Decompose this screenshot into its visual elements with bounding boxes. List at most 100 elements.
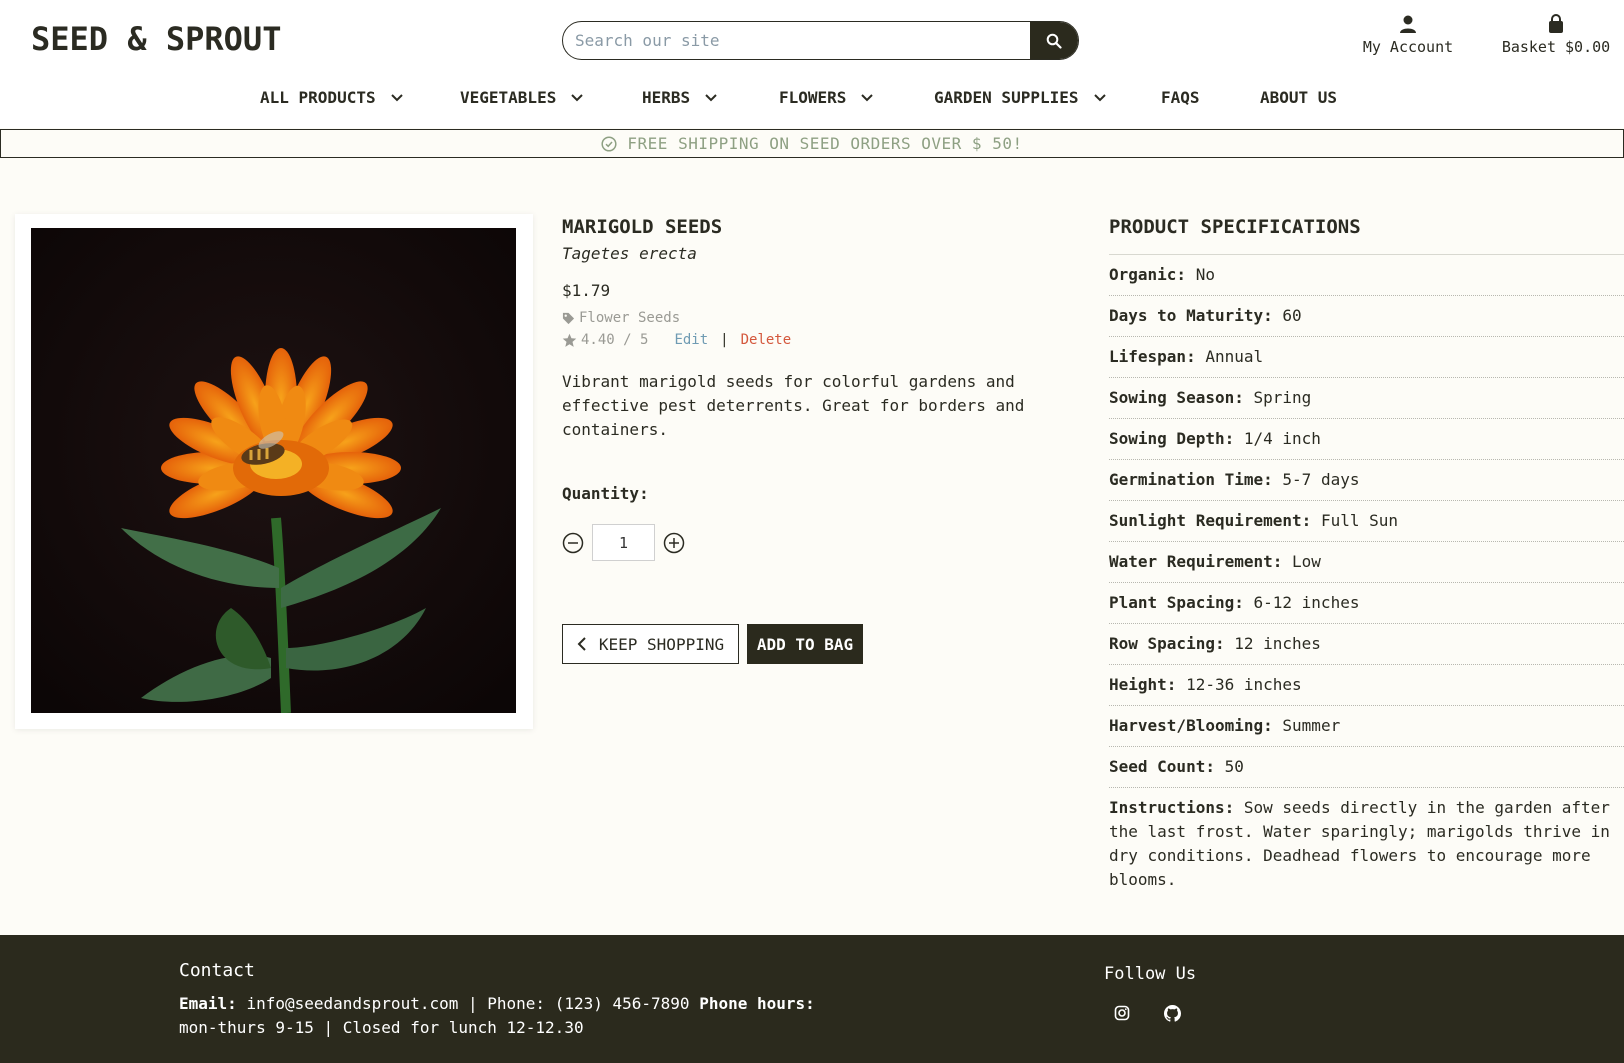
nav-item-about-us[interactable]: ABOUT US bbox=[1260, 88, 1337, 107]
nav-item-label: ALL PRODUCTS bbox=[260, 88, 376, 107]
keep-shopping-button[interactable]: KEEP SHOPPING bbox=[562, 624, 739, 664]
spec-row-sowing-season: Sowing Season: Spring bbox=[1109, 378, 1624, 419]
email-label: Email: bbox=[179, 994, 237, 1013]
spec-value: Annual bbox=[1205, 347, 1264, 366]
spec-row-sowing-depth: Sowing Depth: 1/4 inch bbox=[1109, 419, 1624, 460]
edit-link[interactable]: Edit bbox=[674, 332, 708, 348]
nav-item-label: FAQS bbox=[1161, 88, 1200, 107]
quantity-input[interactable] bbox=[592, 524, 655, 561]
nav-item-flowers[interactable]: FLOWERS bbox=[779, 88, 874, 107]
spec-value: 12 inches bbox=[1234, 634, 1321, 653]
product-details: MARIGOLD SEEDS Tagetes erecta $1.79 Flow… bbox=[562, 216, 1082, 676]
spec-key: Height: bbox=[1109, 675, 1177, 694]
product-image bbox=[31, 228, 516, 713]
email-value: info@seedandsprout.com | Phone: (123) 45… bbox=[246, 994, 690, 1013]
product-title: MARIGOLD SEEDS bbox=[562, 216, 723, 238]
keep-shopping-label: KEEP SHOPPING bbox=[598, 634, 725, 654]
nav-item-faqs[interactable]: FAQS bbox=[1161, 88, 1200, 107]
github-icon[interactable] bbox=[1164, 1005, 1184, 1025]
nav-item-vegetables[interactable]: VEGETABLES bbox=[460, 88, 584, 107]
product-specifications: PRODUCT SPECIFICATIONS Organic: No Days … bbox=[1109, 216, 1624, 900]
spec-key: Lifespan: bbox=[1109, 347, 1196, 366]
chevron-left-icon bbox=[577, 637, 586, 651]
spec-value: Summer bbox=[1282, 716, 1341, 735]
spec-row-seed-count: Seed Count: 50 bbox=[1109, 747, 1624, 788]
marigold-flower-illustration bbox=[31, 228, 516, 713]
tag-icon bbox=[562, 312, 575, 324]
phone-hours-value: mon-thurs 9-15 | Closed for lunch 12-12.… bbox=[179, 1018, 584, 1037]
my-account-label: My Account bbox=[1362, 38, 1454, 56]
delete-link[interactable]: Delete bbox=[741, 332, 792, 348]
spec-value: Low bbox=[1292, 552, 1321, 571]
spec-value: 6-12 inches bbox=[1253, 593, 1360, 612]
spec-value: Spring bbox=[1253, 388, 1312, 407]
spec-value: 60 bbox=[1282, 306, 1302, 325]
spec-row-plant-spacing: Plant Spacing: 6-12 inches bbox=[1109, 583, 1624, 624]
spec-value: Full Sun bbox=[1320, 511, 1398, 530]
my-account-link[interactable]: My Account bbox=[1358, 14, 1458, 56]
spec-key: Germination Time: bbox=[1109, 470, 1273, 489]
instagram-icon[interactable] bbox=[1114, 1005, 1134, 1025]
nav-item-herbs[interactable]: HERBS bbox=[642, 88, 718, 107]
site-header: SEED & SPROUT My Account Basket $0.00 AL… bbox=[0, 0, 1624, 128]
check-circle-icon bbox=[601, 135, 617, 152]
spec-key: Seed Count: bbox=[1109, 757, 1215, 776]
star-icon bbox=[562, 333, 577, 347]
nav-item-label: GARDEN SUPPLIES bbox=[934, 88, 1079, 107]
spec-key: Sowing Depth: bbox=[1109, 429, 1235, 448]
spec-row-harvest-blooming: Harvest/Blooming: Summer bbox=[1109, 706, 1624, 747]
free-shipping-banner: FREE SHIPPING ON SEED ORDERS OVER $ 50! bbox=[0, 129, 1624, 158]
quantity-label: Quantity: bbox=[562, 484, 649, 503]
product-image-card bbox=[15, 214, 533, 729]
contact-details: Email: info@seedandsprout.com | Phone: (… bbox=[179, 992, 819, 1040]
spec-value: 12-36 inches bbox=[1186, 675, 1302, 694]
plus-circle-icon[interactable] bbox=[663, 532, 685, 554]
product-rating-row: 4.40 / 5 Edit | Delete bbox=[562, 332, 1082, 348]
chevron-down-icon bbox=[1093, 93, 1106, 101]
follow-us-title: Follow Us bbox=[1104, 964, 1197, 984]
search-input[interactable] bbox=[563, 22, 1030, 59]
spec-value: 5-7 days bbox=[1282, 470, 1360, 489]
nav-item-label: ABOUT US bbox=[1260, 88, 1338, 107]
banner-text: FREE SHIPPING ON SEED ORDERS OVER $ 50! bbox=[627, 134, 1023, 153]
spec-row-lifespan: Lifespan: Annual bbox=[1109, 337, 1624, 378]
spec-key: Harvest/Blooming: bbox=[1109, 716, 1273, 735]
add-to-bag-button[interactable]: ADD TO BAG bbox=[747, 624, 863, 664]
specs-title: PRODUCT SPECIFICATIONS bbox=[1109, 216, 1624, 255]
spec-row-height: Height: 12-36 inches bbox=[1109, 665, 1624, 706]
minus-circle-icon[interactable] bbox=[562, 532, 584, 554]
basket-link[interactable]: Basket $0.00 bbox=[1498, 14, 1614, 56]
spec-value: 1/4 inch bbox=[1243, 429, 1321, 448]
product-category[interactable]: Flower Seeds bbox=[562, 310, 1082, 326]
site-logo[interactable]: SEED & SPROUT bbox=[31, 20, 281, 58]
nav-item-all-products[interactable]: ALL PRODUCTS bbox=[260, 88, 404, 107]
spec-row-water-requirement: Water Requirement: Low bbox=[1109, 542, 1624, 583]
spec-row-sunlight-requirement: Sunlight Requirement: Full Sun bbox=[1109, 501, 1624, 542]
phone-hours-label: Phone hours: bbox=[699, 994, 815, 1013]
nav-item-label: VEGETABLES bbox=[460, 88, 557, 107]
spec-value: 50 bbox=[1224, 757, 1244, 776]
search-icon bbox=[1046, 33, 1062, 49]
chevron-down-icon bbox=[705, 93, 717, 101]
site-footer: Contact Email: info@seedandsprout.com | … bbox=[0, 935, 1624, 1063]
shopping-bag-icon bbox=[1549, 14, 1563, 33]
product-price: $1.79 bbox=[562, 281, 611, 300]
spec-key: Plant Spacing: bbox=[1109, 593, 1244, 612]
nav-item-garden-supplies[interactable]: GARDEN SUPPLIES bbox=[934, 88, 1107, 107]
spec-key: Days to Maturity: bbox=[1109, 306, 1273, 325]
spec-key: Sunlight Requirement: bbox=[1109, 511, 1312, 530]
spec-value: No bbox=[1195, 265, 1215, 284]
spec-key: Water Requirement: bbox=[1109, 552, 1283, 571]
spec-row-row-spacing: Row Spacing: 12 inches bbox=[1109, 624, 1624, 665]
social-links bbox=[1114, 1005, 1184, 1025]
search-button[interactable] bbox=[1030, 22, 1078, 59]
quantity-stepper bbox=[562, 524, 685, 561]
spec-key: Row Spacing: bbox=[1109, 634, 1225, 653]
chevron-down-icon bbox=[571, 93, 584, 101]
user-icon bbox=[1400, 15, 1416, 33]
product-scientific-name: Tagetes erecta bbox=[562, 244, 697, 263]
spec-row-instructions: Instructions: Sow seeds directly in the … bbox=[1109, 788, 1624, 900]
search-bar bbox=[562, 21, 1079, 60]
product-description: Vibrant marigold seeds for colorful gard… bbox=[562, 372, 1025, 439]
main-nav: ALL PRODUCTS VEGETABLES HERBS FLOWERS GA… bbox=[0, 88, 1624, 112]
